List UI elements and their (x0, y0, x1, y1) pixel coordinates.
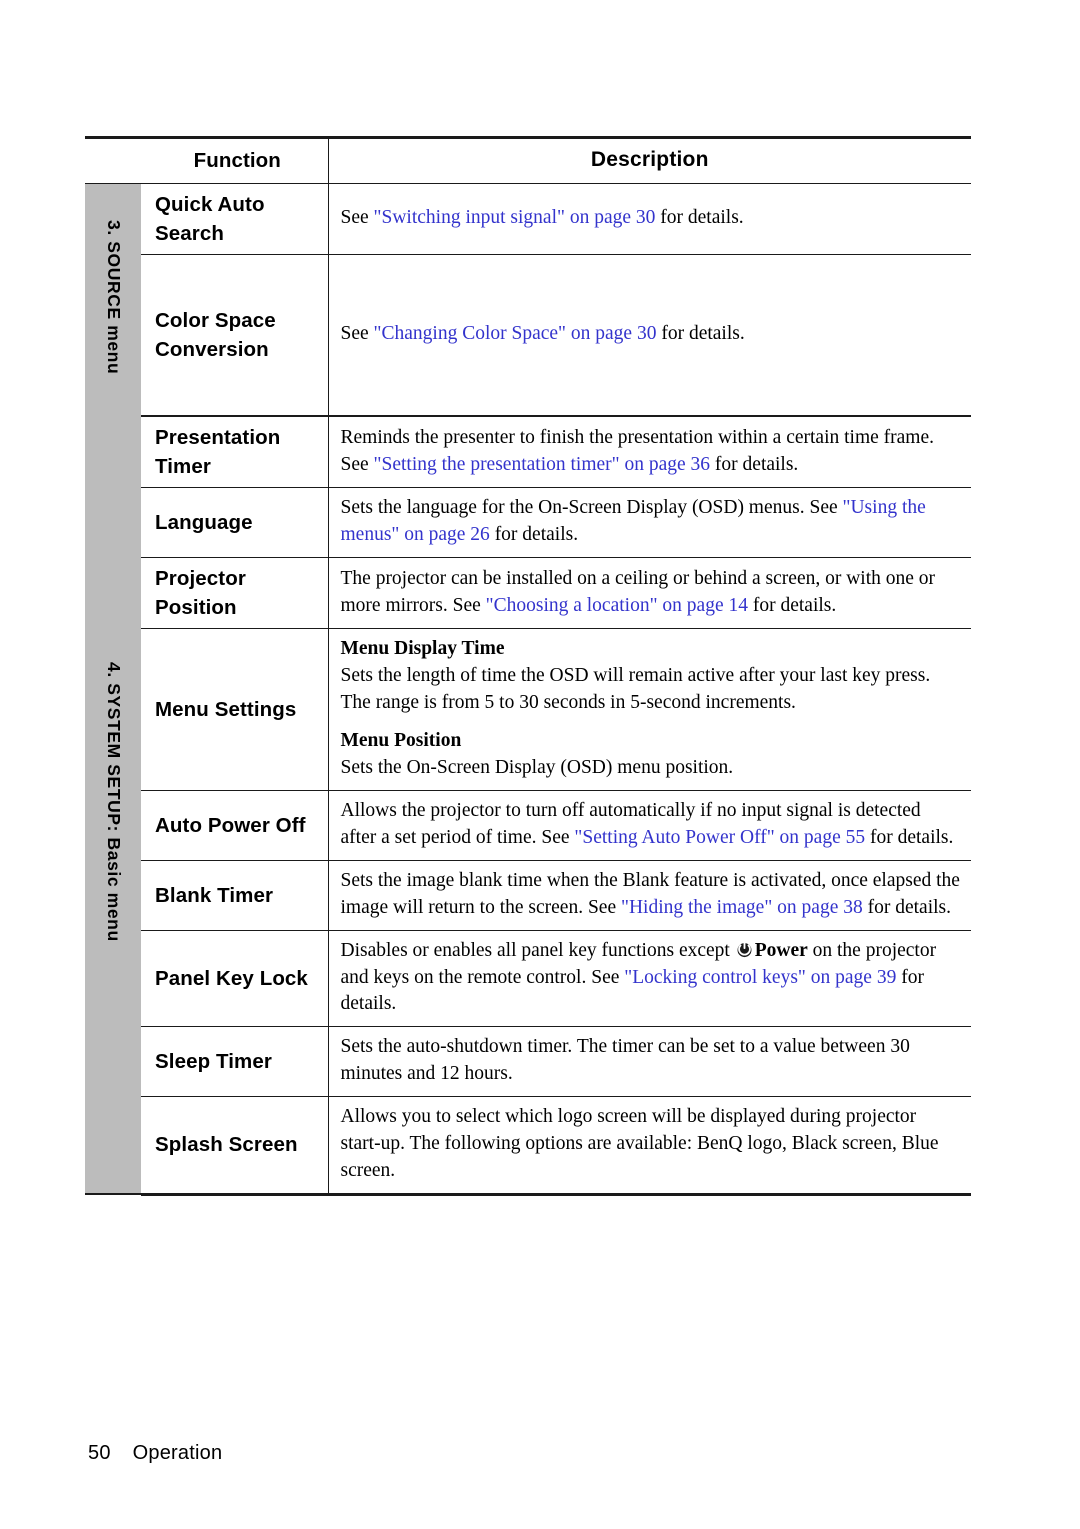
table-row: Splash Screen Allows you to select which… (85, 1096, 971, 1196)
header-sidebar-spacer (85, 136, 141, 184)
function-color-space-conversion: Color Space Conversion (141, 254, 329, 418)
page-number: 50 (88, 1442, 111, 1464)
table-row: Blank Timer Sets the image blank time wh… (85, 860, 971, 931)
section-label-text: 3. SOURCE menu (103, 220, 124, 375)
function-panel-key-lock: Panel Key Lock (141, 930, 329, 1028)
section-label-system-setup-basic-menu: 4. SYSTEM SETUP: Basic menu (85, 416, 141, 1196)
text-run: See (340, 323, 374, 345)
function-auto-power-off: Auto Power Off (141, 790, 329, 861)
text-run: for details. (710, 453, 799, 475)
text-run: for details. (489, 524, 579, 546)
table-row: Color Space Conversion See "Changing Col… (85, 254, 971, 418)
table-row: Auto Power Off Allows the projector to t… (85, 790, 971, 861)
table-header-row: Function Description (85, 136, 971, 184)
description-splash-screen: Allows you to select which logo screen w… (328, 1096, 971, 1196)
manual-page: Function Description 3. SOURCE menu Quic… (0, 0, 1080, 1529)
text-run: Allows you to select which logo screen w… (340, 1106, 939, 1181)
text-run: Sets the language for the On-Screen Disp… (340, 497, 843, 519)
description-presentation-timer: Reminds the presenter to finish the pres… (328, 416, 971, 489)
subsection-body-menu-position: Sets the On-Screen Display (OSD) menu po… (340, 757, 734, 779)
table-row: 4. SYSTEM SETUP: Basic menu Presentation… (85, 416, 971, 1196)
function-menu-settings: Menu Settings (141, 628, 329, 791)
cross-reference-link[interactable]: "Setting the presentation timer" on page… (374, 454, 711, 475)
description-blank-timer: Sets the image blank time when the Blank… (328, 860, 971, 931)
text-run: for details. (747, 594, 837, 616)
function-splash-screen: Splash Screen (141, 1096, 329, 1196)
function-presentation-timer: Presentation Timer (141, 416, 329, 489)
description-projector-position: The projector can be installed on a ceil… (328, 557, 971, 630)
cross-reference-link[interactable]: "Setting Auto Power Off" on page 55 (574, 827, 865, 848)
text-run: Disables or enables all panel key functi… (340, 939, 735, 961)
table-row: Menu Settings Menu Display Time Sets the… (85, 628, 971, 791)
power-icon (736, 941, 753, 958)
table-row: 3. SOURCE menu Quick Auto Search See "Sw… (85, 183, 971, 417)
spec-table-container: Function Description 3. SOURCE menu Quic… (85, 136, 971, 1196)
text-run: Sets the auto-shutdown timer. The timer … (340, 1036, 910, 1085)
function-quick-auto-search: Quick Auto Search (141, 183, 329, 256)
subsection-heading-menu-position: Menu Position (340, 730, 462, 752)
function-projector-position: Projector Position (141, 557, 329, 630)
subsection-heading-menu-display-time: Menu Display Time (340, 638, 505, 660)
footer-section-title: Operation (132, 1442, 223, 1464)
description-panel-key-lock: Disables or enables all panel key functi… (328, 930, 971, 1028)
table-row: Projector Position The projector can be … (85, 557, 971, 630)
text-run: for details. (655, 207, 744, 229)
section-label-source-menu: 3. SOURCE menu (85, 183, 141, 417)
cross-reference-link[interactable]: "Locking control keys" on page 39 (624, 967, 896, 988)
cross-reference-link[interactable]: "Switching input signal" on page 30 (374, 207, 656, 228)
column-header-description: Description (328, 136, 971, 184)
subsection-body-menu-display-time: Sets the length of time the OSD will rem… (340, 665, 931, 714)
cross-reference-link[interactable]: "Choosing a location" on page 14 (486, 595, 748, 616)
function-blank-timer: Blank Timer (141, 860, 329, 931)
text-run: See (340, 207, 374, 229)
text-run: for details. (865, 826, 954, 848)
cross-reference-link[interactable]: "Changing Color Space" on page 30 (374, 323, 657, 344)
page-footer: 50 Operation (88, 1442, 222, 1465)
description-menu-settings: Menu Display Time Sets the length of tim… (328, 628, 971, 791)
table-row: Sleep Timer Sets the auto-shutdown timer… (85, 1026, 971, 1098)
description-sleep-timer: Sets the auto-shutdown timer. The timer … (328, 1026, 971, 1098)
text-run-bold: Power (754, 939, 808, 961)
function-language: Language (141, 487, 329, 559)
description-color-space-conversion: See "Changing Color Space" on page 30 fo… (328, 254, 971, 418)
text-run: for details. (656, 323, 745, 345)
description-auto-power-off: Allows the projector to turn off automat… (328, 790, 971, 861)
section-label-text: 4. SYSTEM SETUP: Basic menu (103, 662, 124, 943)
cross-reference-link[interactable]: "Hiding the image" on page 38 (621, 897, 863, 918)
description-quick-auto-search: See "Switching input signal" on page 30 … (328, 183, 971, 256)
column-header-function: Function (141, 136, 329, 184)
function-description-table: Function Description 3. SOURCE menu Quic… (85, 136, 971, 1196)
text-run: for details. (862, 896, 951, 918)
table-row: Language Sets the language for the On-Sc… (85, 487, 971, 559)
description-language: Sets the language for the On-Screen Disp… (328, 487, 971, 559)
table-row: Panel Key Lock Disables or enables all p… (85, 930, 971, 1028)
function-sleep-timer: Sleep Timer (141, 1026, 329, 1098)
